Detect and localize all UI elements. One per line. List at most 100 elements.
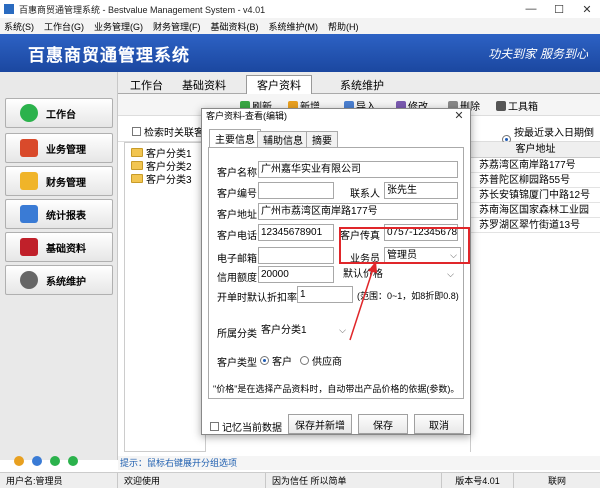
menu-help[interactable]: 帮助(H)	[328, 20, 359, 33]
folder-icon	[131, 174, 143, 183]
annotation-arrow	[349, 261, 377, 341]
table-row[interactable]: 苏罗湖区翠竹街道13号	[471, 218, 600, 233]
menu-system[interactable]: 系统(S)	[4, 20, 34, 33]
sidebar-item-business[interactable]: 业务管理	[5, 133, 113, 163]
sidebar-item-label: 基础资料	[46, 243, 86, 255]
cancel-button[interactable]: 取消	[414, 414, 464, 434]
sidebar-item-label: 统计报表	[46, 210, 86, 222]
status-user: 用户名:管理员	[0, 473, 118, 488]
tab-workbench[interactable]: 工作台	[120, 75, 173, 94]
save-button[interactable]: 保存	[358, 414, 408, 434]
remember-checkbox[interactable]: 记忆当前数据	[210, 419, 282, 434]
menu-bar: 系统(S) 工作台(G) 业务管理(G) 财务管理(F) 基础资料(B) 系统维…	[0, 18, 600, 34]
menu-workbench[interactable]: 工作台(G)	[44, 20, 84, 33]
customer-address-field[interactable]: 广州市荔湾区南岸路177号	[258, 203, 458, 220]
tree-item[interactable]: 客户分类3	[131, 171, 192, 186]
save-and-new-button[interactable]: 保存并新增	[288, 414, 352, 434]
sidebar-item-maintenance[interactable]: 系统维护	[5, 265, 113, 295]
column-header-address[interactable]: 客户地址	[471, 142, 600, 158]
radio-dot[interactable]	[300, 356, 309, 365]
customer-dialog: 客户资料-查看(编辑) ✕ 主要信息 辅助信息 摘要 客户名称 广州嘉华实业有限…	[201, 108, 471, 435]
tree-item-label: 客户分类3	[146, 175, 192, 186]
slogan: 功夫到家 服务到心	[488, 46, 588, 61]
menu-maintenance[interactable]: 系统维护(M)	[269, 20, 319, 33]
category-select[interactable]: 客户分类1 ⌵	[258, 322, 350, 339]
customer-code-label: 客户编号	[217, 189, 257, 200]
status-welcome: 欢迎使用	[118, 473, 266, 488]
truck-icon	[20, 139, 38, 157]
customer-code-field[interactable]	[258, 182, 334, 199]
email-field[interactable]	[258, 247, 334, 264]
book-icon	[20, 238, 38, 256]
customer-phone-field[interactable]: 12345678901	[258, 224, 334, 241]
tab-main-info[interactable]: 主要信息	[209, 129, 261, 147]
tab-basic-data[interactable]: 基础资料	[172, 75, 236, 94]
maximize-button[interactable]: ☐	[544, 0, 574, 18]
contact-label: 联系人	[350, 189, 380, 200]
tab-summary[interactable]: 摘要	[306, 131, 338, 147]
menu-basic-data[interactable]: 基础资料(B)	[211, 20, 259, 33]
sidebar-item-reports[interactable]: 统计报表	[5, 199, 113, 229]
customer-grid: 客户地址 苏荔湾区南岸路177号 苏普陀区柳园路55号 苏长安镇锦厦门中路12号…	[470, 142, 600, 452]
customer-name-label: 客户名称	[217, 168, 257, 179]
tab-maintenance[interactable]: 系统维护	[330, 75, 394, 94]
remember-label: 记忆当前数据	[222, 423, 282, 434]
table-row[interactable]: 苏长安镇锦厦门中路12号	[471, 188, 600, 203]
price-note: "价格"是在选择产品资料时，自动带出产品价格的依据(参数)。	[213, 384, 460, 394]
tools-label: 工具箱	[508, 102, 538, 113]
customer-type-label: 客户类型	[217, 358, 257, 369]
help-icon[interactable]	[68, 456, 78, 466]
status-version: 版本号4.01	[442, 473, 514, 488]
status-motto: 因为信任 所以简单	[266, 473, 442, 488]
folder-icon	[20, 172, 38, 190]
folder-icon	[131, 148, 143, 157]
app-name: 百惠商贸通管理系统	[28, 45, 190, 65]
user-icon[interactable]	[32, 456, 42, 466]
chart-icon	[20, 205, 38, 223]
type-customer-label: 客户	[272, 357, 292, 368]
radio-dot[interactable]	[260, 356, 269, 365]
close-button[interactable]: ✕	[572, 0, 600, 18]
tools-button[interactable]: 工具箱	[496, 98, 538, 113]
calendar-icon[interactable]	[14, 456, 24, 466]
globe-icon[interactable]	[50, 456, 60, 466]
sidebar-item-finance[interactable]: 财务管理	[5, 166, 113, 196]
status-bar: 用户名:管理员 欢迎使用 因为信任 所以简单 版本号4.01 联网	[0, 472, 600, 488]
contact-field[interactable]: 张先生	[384, 182, 458, 199]
sidebar-item-label: 工作台	[46, 109, 76, 121]
checkbox[interactable]	[210, 422, 219, 431]
category-value: 客户分类1	[261, 325, 307, 336]
chevron-down-icon[interactable]: ⌵	[447, 267, 454, 282]
search-related-checkbox[interactable]: 检索时关联客	[132, 124, 204, 139]
search-related-label: 检索时关联客	[144, 128, 204, 139]
hint-text: 提示：鼠标右键展开分组选项	[118, 456, 600, 470]
table-row[interactable]: 苏南海区国家森林工业园	[471, 203, 600, 218]
sidebar-item-workbench[interactable]: 工作台	[5, 98, 113, 128]
gear-icon	[20, 271, 38, 289]
type-customer-radio[interactable]: 客户	[260, 353, 292, 368]
discount-label: 开单时默认折扣率	[217, 293, 297, 304]
menu-business[interactable]: 业务管理(G)	[94, 20, 143, 33]
checkmark-icon	[20, 104, 38, 122]
sidebar-item-label: 财务管理	[46, 177, 86, 189]
customer-name-field[interactable]: 广州嘉华实业有限公司	[258, 161, 458, 178]
dialog-close-button[interactable]: ✕	[448, 109, 470, 123]
toolbox-icon	[496, 100, 506, 111]
dialog-title: 客户资料-查看(编辑)	[202, 109, 470, 123]
table-row[interactable]: 苏荔湾区南岸路177号	[471, 158, 600, 173]
credit-field[interactable]: 20000	[258, 266, 334, 283]
credit-label: 信用额度	[217, 273, 257, 284]
folder-icon	[131, 161, 143, 170]
category-label: 所属分类	[217, 329, 257, 340]
minimize-button[interactable]: —	[516, 0, 546, 18]
category-tree: 客户分类1 客户分类2 客户分类3	[124, 142, 206, 452]
type-supplier-radio[interactable]: 供应商	[300, 353, 342, 368]
customer-address-label: 客户地址	[217, 210, 257, 221]
sidebar: 工作台 业务管理 财务管理 统计报表 基础资料 系统维护	[0, 72, 118, 460]
menu-finance[interactable]: 财务管理(F)	[153, 20, 201, 33]
table-row[interactable]: 苏普陀区柳园路55号	[471, 173, 600, 188]
tab-customers[interactable]: 客户资料	[246, 75, 312, 94]
checkbox[interactable]	[132, 127, 141, 136]
sidebar-item-basic-data[interactable]: 基础资料	[5, 232, 113, 262]
tab-aux-info[interactable]: 辅助信息	[257, 131, 309, 147]
